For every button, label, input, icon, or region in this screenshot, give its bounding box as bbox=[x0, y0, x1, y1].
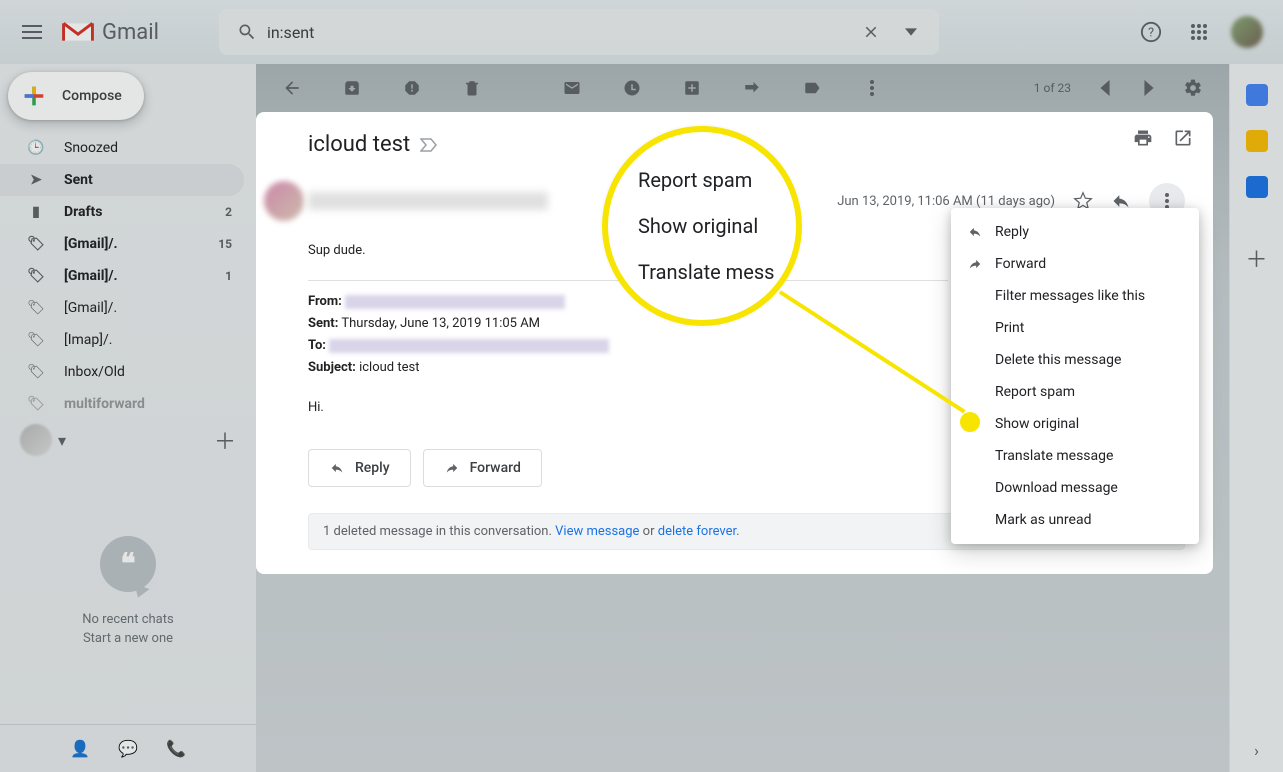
get-addons-button[interactable]: ＋ bbox=[1245, 242, 1267, 274]
new-chat-button[interactable]: ＋ bbox=[214, 424, 236, 456]
delete-button[interactable] bbox=[452, 68, 492, 108]
gmail-logo-text: Gmail bbox=[102, 20, 159, 45]
menu-item-translate[interactable]: Translate message bbox=[951, 440, 1199, 472]
phone-icon[interactable]: 📞 bbox=[166, 739, 186, 758]
menu-item-print[interactable]: Print bbox=[951, 312, 1199, 344]
newer-button[interactable] bbox=[1085, 68, 1125, 108]
clock-icon: 🕒 bbox=[26, 140, 46, 156]
header-right: ? bbox=[1131, 12, 1275, 52]
calendar-addon[interactable] bbox=[1246, 84, 1268, 106]
sidebar-item-sent[interactable]: ➤Sent bbox=[0, 164, 244, 196]
move-to-button[interactable] bbox=[732, 68, 772, 108]
hangouts-panel: ❝ No recent chats Start a new one bbox=[0, 460, 256, 724]
label-icon: 🏷 bbox=[26, 396, 46, 412]
sidebar: Compose 🕒Snoozed ➤Sent ▮Drafts2 🏷[Gmail]… bbox=[0, 64, 256, 772]
label-icon: 🏷 bbox=[26, 268, 46, 284]
view-message-link[interactable]: View message bbox=[555, 524, 639, 539]
sidebar-item-gmail-2[interactable]: 🏷[Gmail]/.1 bbox=[0, 260, 244, 292]
menu-item-mark-unread[interactable]: Mark as unread bbox=[951, 504, 1199, 536]
search-icon[interactable] bbox=[227, 22, 267, 42]
hide-side-panel-button[interactable]: › bbox=[1254, 741, 1259, 760]
account-avatar[interactable] bbox=[1227, 12, 1267, 52]
sidebar-item-gmail-1[interactable]: 🏷[Gmail]/.15 bbox=[0, 228, 244, 260]
message-subject: icloud test bbox=[308, 132, 410, 157]
sidebar-item-gmail-3[interactable]: 🏷[Gmail]/. bbox=[0, 292, 244, 324]
print-button[interactable] bbox=[1133, 128, 1153, 148]
sidebar-item-imap[interactable]: 🏷[Imap]/. bbox=[0, 324, 244, 356]
forward-icon bbox=[967, 257, 995, 271]
menu-item-report-spam[interactable]: Report spam bbox=[951, 376, 1199, 408]
label-icon: 🏷 bbox=[26, 236, 46, 252]
nav-list: 🕒Snoozed ➤Sent ▮Drafts2 🏷[Gmail]/.15 🏷[G… bbox=[0, 132, 256, 420]
sidebar-item-inbox-old[interactable]: 🏷Inbox/Old bbox=[0, 356, 244, 388]
send-icon: ➤ bbox=[26, 172, 46, 188]
from-redacted bbox=[345, 295, 565, 309]
gmail-logo[interactable]: Gmail bbox=[60, 19, 159, 45]
main-menu-button[interactable] bbox=[8, 8, 56, 56]
sidebar-bottom-icons: 👤 💬 📞 bbox=[0, 724, 256, 772]
file-icon: ▮ bbox=[26, 204, 46, 220]
tasks-addon[interactable] bbox=[1246, 176, 1268, 198]
app-root: Gmail ? bbox=[0, 0, 1283, 772]
older-button[interactable] bbox=[1129, 68, 1169, 108]
support-icon[interactable]: ? bbox=[1131, 12, 1171, 52]
menu-item-filter[interactable]: Filter messages like this bbox=[951, 280, 1199, 312]
sidebar-item-drafts[interactable]: ▮Drafts2 bbox=[0, 196, 244, 228]
menu-item-delete[interactable]: Delete this message bbox=[951, 344, 1199, 376]
delete-forever-link[interactable]: delete forever bbox=[658, 524, 736, 539]
hangouts-account-row: ▾ ＋ bbox=[0, 420, 256, 460]
message-toolbar: 1 of 23 bbox=[256, 64, 1229, 112]
menu-item-forward[interactable]: Forward bbox=[951, 248, 1199, 280]
keep-addon[interactable] bbox=[1246, 130, 1268, 152]
sidebar-item-multiforward[interactable]: 🏷multiforward bbox=[0, 388, 244, 420]
report-spam-button[interactable] bbox=[392, 68, 432, 108]
side-panel: ＋ › bbox=[1229, 64, 1283, 772]
search-input[interactable] bbox=[267, 23, 851, 42]
sender-name-redacted bbox=[308, 192, 548, 210]
compose-label: Compose bbox=[62, 88, 122, 104]
add-to-tasks-button[interactable] bbox=[672, 68, 712, 108]
highlight-circle: Report spam Show original Translate mess bbox=[602, 126, 802, 326]
label-icon: 🏷 bbox=[26, 332, 46, 348]
message-date: Jun 13, 2019, 11:06 AM (11 days ago) bbox=[837, 194, 1055, 209]
mark-unread-button[interactable] bbox=[552, 68, 592, 108]
hangouts-icon[interactable]: 💬 bbox=[118, 739, 138, 758]
hangouts-line2: Start a new one bbox=[82, 629, 173, 649]
hangouts-quote-icon: ❝ bbox=[100, 536, 156, 592]
page-count: 1 of 23 bbox=[1034, 81, 1071, 95]
menu-item-reply[interactable]: Reply bbox=[951, 216, 1199, 248]
label-icon: 🏷 bbox=[26, 364, 46, 380]
highlight-dot bbox=[960, 412, 980, 432]
clear-search-icon[interactable] bbox=[851, 23, 891, 41]
label-icon: 🏷 bbox=[26, 300, 46, 316]
sender-avatar[interactable] bbox=[264, 181, 304, 221]
open-in-new-button[interactable] bbox=[1173, 128, 1193, 148]
person-icon[interactable]: 👤 bbox=[70, 739, 90, 758]
header: Gmail ? bbox=[0, 0, 1283, 64]
search-bar bbox=[219, 9, 939, 55]
sidebar-item-snoozed[interactable]: 🕒Snoozed bbox=[0, 132, 244, 164]
reply-button[interactable]: Reply bbox=[308, 449, 411, 487]
chevron-down-icon[interactable]: ▾ bbox=[58, 431, 66, 450]
menu-item-show-original[interactable]: Show original bbox=[951, 408, 1199, 440]
settings-button[interactable] bbox=[1173, 68, 1213, 108]
snooze-button[interactable] bbox=[612, 68, 652, 108]
reply-icon bbox=[967, 225, 995, 239]
important-marker-icon[interactable] bbox=[420, 138, 438, 152]
hangouts-line1: No recent chats bbox=[82, 610, 173, 630]
menu-item-download[interactable]: Download message bbox=[951, 472, 1199, 504]
apps-grid-icon[interactable] bbox=[1179, 12, 1219, 52]
forwarded-block: From: Sent: Thursday, June 13, 2019 11:0… bbox=[308, 280, 948, 419]
archive-button[interactable] bbox=[332, 68, 372, 108]
back-button[interactable] bbox=[272, 68, 312, 108]
search-options-dropdown-icon[interactable] bbox=[891, 26, 931, 38]
forward-button[interactable]: Forward bbox=[423, 449, 542, 487]
compose-button[interactable]: Compose bbox=[8, 72, 144, 120]
message-more-menu: Reply Forward Filter messages like this … bbox=[951, 208, 1199, 544]
hangouts-avatar[interactable] bbox=[20, 424, 52, 456]
labels-button[interactable] bbox=[792, 68, 832, 108]
to-redacted bbox=[329, 339, 609, 353]
more-button[interactable] bbox=[852, 68, 892, 108]
svg-text:?: ? bbox=[1148, 26, 1154, 41]
